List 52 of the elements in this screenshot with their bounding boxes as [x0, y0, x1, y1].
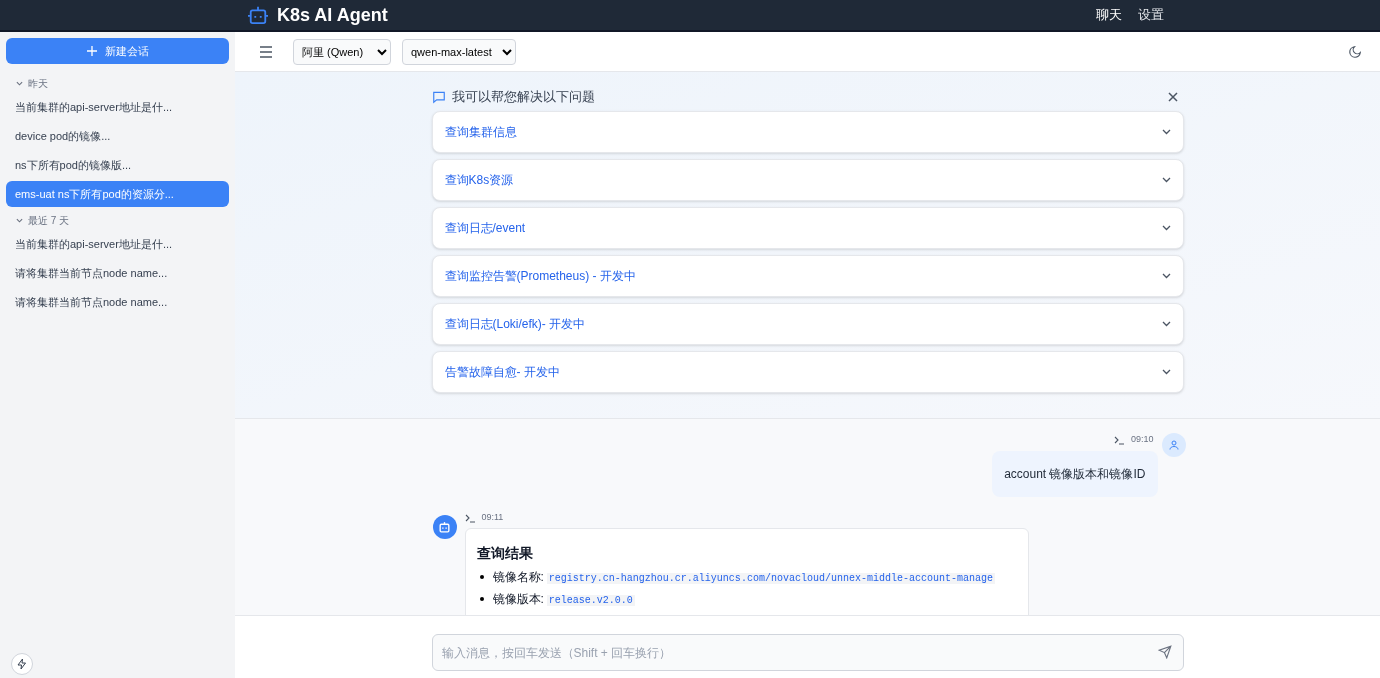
- nav-link[interactable]: 设置: [1138, 5, 1164, 25]
- chevron-icon: [1161, 273, 1171, 279]
- close-icon[interactable]: [1167, 92, 1178, 102]
- chevron-icon: [1161, 369, 1171, 375]
- message-time: 09:11: [481, 511, 504, 525]
- new-chat-button[interactable]: 新建会话: [6, 38, 229, 64]
- moon-icon[interactable]: [1348, 44, 1362, 59]
- provider-select[interactable]: 阿里 (Qwen): [293, 38, 391, 65]
- suggestion-item[interactable]: 查询集群信息: [431, 111, 1184, 153]
- terminal-icon: [464, 513, 476, 523]
- group-header[interactable]: 最近 7 天: [6, 209, 229, 231]
- result-heading: 查询结果: [476, 544, 534, 563]
- suggestion-item[interactable]: 查询监控告警(Prometheus) - 开发中: [431, 255, 1184, 297]
- chat-history-item[interactable]: ns下所有pod的镜像版...: [6, 152, 229, 178]
- chat-history-item[interactable]: 请将集群当前节点node name...: [6, 260, 229, 286]
- code-value: release.v2.0.0: [546, 595, 635, 606]
- lightning-button[interactable]: [11, 653, 33, 675]
- chat-history-item[interactable]: 请将集群当前节点node name...: [6, 289, 229, 315]
- message-bubble: account 镜像版本和镜像ID: [992, 451, 1158, 497]
- group-header[interactable]: 昨天: [6, 72, 229, 94]
- bullet-label: 镜像名称:: [492, 570, 544, 584]
- terminal-icon: [1113, 435, 1125, 445]
- chat-history-item[interactable]: 当前集群的api-server地址是什...: [6, 231, 229, 257]
- suggestion-item[interactable]: 查询日志(Loki/efk)- 开发中: [431, 303, 1184, 345]
- message-input[interactable]: 输入消息，按回车发送（Shift + 回车换行）: [431, 634, 1184, 671]
- chat-history-item[interactable]: 当前集群的api-server地址是什...: [6, 94, 229, 120]
- chat-history-item[interactable]: ems-uat ns下所有pod的资源分...: [6, 181, 229, 207]
- code-value: registry.cn-hangzhou.cr.aliyuncs.com/novacloud/unnex-middle-account-manage: [546, 573, 995, 584]
- chevron-icon: [1161, 129, 1171, 135]
- nav-link[interactable]: 聊天: [1096, 5, 1122, 25]
- suggestion-item[interactable]: 查询日志/event: [431, 207, 1184, 249]
- message-time: 09:10: [1130, 433, 1154, 447]
- person-icon: [1167, 439, 1180, 451]
- chevron-icon: [1161, 321, 1171, 327]
- plus-icon: [86, 46, 97, 56]
- suggestion-item[interactable]: 查询K8s资源: [431, 159, 1184, 201]
- chevron-icon: [1161, 225, 1171, 231]
- bullet-label: 镜像版本:: [492, 592, 544, 606]
- send-icon[interactable]: [1157, 645, 1172, 659]
- robot-icon: [247, 5, 269, 25]
- menu-icon[interactable]: [259, 45, 273, 58]
- suggestions-title: 我可以帮您解决以下问题: [451, 88, 595, 107]
- chevron-icon: [1161, 177, 1171, 183]
- chevron-icon: [16, 217, 23, 223]
- model-select[interactable]: qwen-max-latest: [402, 38, 516, 65]
- robot-icon: [438, 521, 451, 533]
- chat-history-item[interactable]: device pod的镜像...: [6, 123, 229, 149]
- chat-icon: [431, 90, 446, 104]
- suggestion-item[interactable]: 告警故障自愈- 开发中: [431, 351, 1184, 393]
- chevron-icon: [16, 80, 23, 86]
- lightning-icon: [16, 658, 28, 670]
- app-title: K8s AI Agent: [277, 3, 388, 27]
